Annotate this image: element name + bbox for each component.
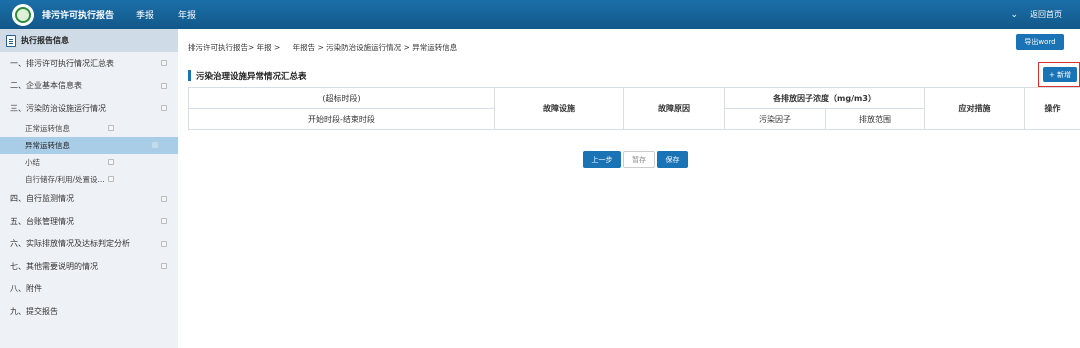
sidebar-subitem-normal-operation[interactable]: 正常运转信息 <box>0 120 178 137</box>
column-header-concentration: 各排放因子浓度（mg/m3） <box>723 87 926 109</box>
sidebar-item-label: 八、附件 <box>10 284 42 294</box>
add-button-highlight: + 新增 <box>1038 62 1080 87</box>
sidebar-item-label: 异常运转信息 <box>25 140 70 150</box>
sidebar-item-emission-analysis[interactable]: 六、实际排放情况及达标判定分析 <box>0 233 178 256</box>
add-button[interactable]: + 新增 <box>1043 67 1077 82</box>
status-checkbox <box>108 125 114 131</box>
abnormal-summary-table: (超标时段) 故障设施 故障原因 各排放因子浓度（mg/m3） 应对措施 操作 … <box>188 87 1080 130</box>
sidebar-item-label: 二、企业基本信息表 <box>10 81 82 91</box>
nav-annual[interactable]: 年报 <box>178 8 196 21</box>
sidebar-item-enterprise-info[interactable]: 二、企业基本信息表 <box>0 75 178 98</box>
column-header-facility: 故障设施 <box>494 87 624 130</box>
sidebar-header: 执行报告信息 <box>0 29 178 52</box>
sidebar-item-submit[interactable]: 九、提交报告 <box>0 300 178 323</box>
sidebar-subitem-summary[interactable]: 小结 <box>0 154 178 171</box>
status-checkbox <box>108 176 114 182</box>
nav-quarterly[interactable]: 季报 <box>136 8 154 21</box>
column-header-period-range: 开始时段-结束时段 <box>188 108 495 130</box>
save-button[interactable]: 保存 <box>657 151 688 168</box>
sidebar-item-label: 一、排污许可执行情况汇总表 <box>10 58 114 68</box>
sidebar-item-label: 六、实际排放情况及达标判定分析 <box>10 239 130 249</box>
app-title: 排污许可执行报告 <box>42 11 115 21</box>
sidebar-item-label: 小结 <box>25 157 40 167</box>
main-content: 排污许可执行报告> 年报 > 年报告 > 污染防治设施运行情况 > 异常运转信息… <box>178 29 1080 348</box>
sidebar-item-label: 自行储存/利用/处置设... <box>25 174 105 184</box>
sidebar-item-self-monitoring[interactable]: 四、自行监测情况 <box>0 188 178 211</box>
draft-button[interactable]: 暂存 <box>623 151 655 168</box>
sidebar-item-facility-operation[interactable]: 三、污染防治设施运行情况 <box>0 97 178 120</box>
top-right-area: ⌄ 返回首页 <box>1010 0 1062 29</box>
chevron-down-icon[interactable]: ⌄ <box>1010 10 1018 20</box>
section-title: 污染治理设施异常情况汇总表 <box>188 70 307 82</box>
sidebar-item-other[interactable]: 七、其他需要说明的情况 <box>0 255 178 278</box>
sidebar-title: 执行报告信息 <box>21 36 69 45</box>
breadcrumb: 排污许可执行报告> 年报 > 年报告 > 污染防治设施运行情况 > 异常运转信息 <box>188 43 458 52</box>
status-checkbox <box>161 82 167 89</box>
status-checkbox <box>161 240 167 247</box>
status-checkbox <box>161 195 167 202</box>
sidebar-item-summary[interactable]: 一、排污许可执行情况汇总表 <box>0 52 178 75</box>
sidebar-item-label: 五、台账管理情况 <box>10 216 74 226</box>
sidebar-item-label: 七、其他需要说明的情况 <box>10 261 98 271</box>
sidebar-item-attachments[interactable]: 八、附件 <box>0 278 178 301</box>
column-header-cause: 故障原因 <box>623 87 725 130</box>
document-icon <box>6 34 16 47</box>
column-header-measures: 应对措施 <box>924 87 1026 130</box>
column-header-operation: 操作 <box>1024 87 1080 130</box>
status-checkbox <box>152 142 158 148</box>
status-checkbox <box>108 159 114 165</box>
sidebar-item-label: 四、自行监测情况 <box>10 194 74 204</box>
status-checkbox <box>161 218 167 224</box>
status-checkbox <box>161 60 167 66</box>
top-bar: 排污许可执行报告 季报 年报 ⌄ 返回首页 <box>0 0 1080 29</box>
sidebar-subitem-storage[interactable]: 自行储存/利用/处置设... <box>0 171 178 188</box>
column-header-factor: 污染因子 <box>724 108 826 130</box>
app-logo <box>12 3 34 26</box>
sidebar-item-label: 正常运转信息 <box>25 123 70 133</box>
sidebar-item-label: 九、提交报告 <box>10 306 58 316</box>
sidebar-item-label: 三、污染防治设施运行情况 <box>10 103 106 113</box>
home-link[interactable]: 返回首页 <box>1030 9 1062 20</box>
sidebar-item-ledger[interactable]: 五、台账管理情况 <box>0 210 178 233</box>
previous-step-button[interactable]: 上一步 <box>583 151 621 168</box>
sidebar-subitem-abnormal-operation[interactable]: 异常运转信息 <box>0 136 178 154</box>
column-header-period: (超标时段) <box>188 87 495 109</box>
status-checkbox <box>161 105 167 111</box>
status-checkbox <box>161 263 167 269</box>
sidebar: 执行报告信息 一、排污许可执行情况汇总表 二、企业基本信息表 三、污染防治设施运… <box>0 29 178 348</box>
export-word-button[interactable]: 导出word <box>1016 34 1064 50</box>
column-header-range: 排放范围 <box>824 108 926 130</box>
